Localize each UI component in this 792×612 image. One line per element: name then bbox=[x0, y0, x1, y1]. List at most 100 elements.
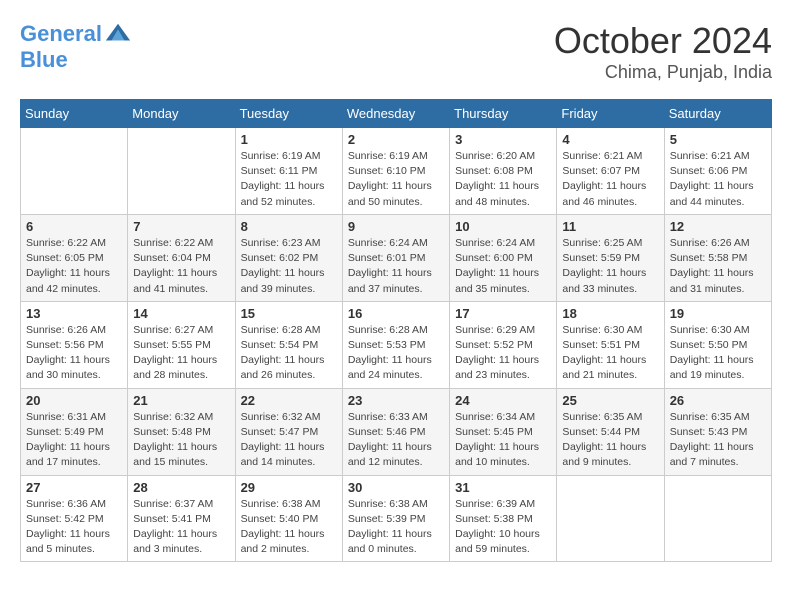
day-number: 20 bbox=[26, 393, 122, 408]
calendar-cell: 28 Sunrise: 6:37 AMSunset: 5:41 PMDayligh… bbox=[128, 475, 235, 562]
day-info: Sunrise: 6:39 AMSunset: 5:38 PMDaylight:… bbox=[455, 497, 551, 558]
day-info: Sunrise: 6:30 AMSunset: 5:51 PMDaylight:… bbox=[562, 323, 658, 384]
day-info: Sunrise: 6:31 AMSunset: 5:49 PMDaylight:… bbox=[26, 410, 122, 471]
day-number: 22 bbox=[241, 393, 337, 408]
day-info: Sunrise: 6:22 AMSunset: 6:05 PMDaylight:… bbox=[26, 236, 122, 297]
day-number: 8 bbox=[241, 219, 337, 234]
day-number: 7 bbox=[133, 219, 229, 234]
calendar-cell: 11 Sunrise: 6:25 AMSunset: 5:59 PMDayligh… bbox=[557, 214, 664, 301]
day-info: Sunrise: 6:26 AMSunset: 5:58 PMDaylight:… bbox=[670, 236, 766, 297]
day-info: Sunrise: 6:19 AMSunset: 6:11 PMDaylight:… bbox=[241, 149, 337, 210]
day-info: Sunrise: 6:22 AMSunset: 6:04 PMDaylight:… bbox=[133, 236, 229, 297]
calendar-cell: 23Sunrise: 6:33 AMSunset: 5:46 PMDayligh… bbox=[342, 388, 449, 475]
calendar-cell bbox=[21, 128, 128, 215]
day-info: Sunrise: 6:19 AMSunset: 6:10 PMDaylight:… bbox=[348, 149, 444, 210]
calendar-cell: 15 Sunrise: 6:28 AMSunset: 5:54 PMDayligh… bbox=[235, 301, 342, 388]
day-info: Sunrise: 6:25 AMSunset: 5:59 PMDaylight:… bbox=[562, 236, 658, 297]
calendar-cell: 16Sunrise: 6:28 AMSunset: 5:53 PMDayligh… bbox=[342, 301, 449, 388]
weekday-header-thursday: Thursday bbox=[450, 100, 557, 128]
location-title: Chima, Punjab, India bbox=[554, 62, 772, 83]
day-info: Sunrise: 6:21 AMSunset: 6:06 PMDaylight:… bbox=[670, 149, 766, 210]
weekday-header-wednesday: Wednesday bbox=[342, 100, 449, 128]
calendar-cell bbox=[557, 475, 664, 562]
day-number: 9 bbox=[348, 219, 444, 234]
calendar-cell: 13Sunrise: 6:26 AMSunset: 5:56 PMDayligh… bbox=[21, 301, 128, 388]
day-number: 31 bbox=[455, 480, 551, 495]
day-info: Sunrise: 6:32 AMSunset: 5:48 PMDaylight:… bbox=[133, 410, 229, 471]
calendar-cell: 27 Sunrise: 6:36 AMSunset: 5:42 PMDayligh… bbox=[21, 475, 128, 562]
day-info: Sunrise: 6:21 AMSunset: 6:07 PMDaylight:… bbox=[562, 149, 658, 210]
calendar-cell: 5Sunrise: 6:21 AMSunset: 6:06 PMDaylight… bbox=[664, 128, 771, 215]
month-title: October 2024 bbox=[554, 20, 772, 62]
logo-general: General bbox=[20, 21, 102, 46]
day-info: Sunrise: 6:27 AMSunset: 5:55 PMDaylight:… bbox=[133, 323, 229, 384]
day-info: Sunrise: 6:36 AMSunset: 5:42 PMDaylight:… bbox=[26, 497, 122, 558]
day-info: Sunrise: 6:23 AMSunset: 6:02 PMDaylight:… bbox=[241, 236, 337, 297]
day-number: 3 bbox=[455, 132, 551, 147]
calendar-cell: 22 Sunrise: 6:32 AMSunset: 5:47 PMDayligh… bbox=[235, 388, 342, 475]
calendar-cell: 7 Sunrise: 6:22 AMSunset: 6:04 PMDaylight… bbox=[128, 214, 235, 301]
day-number: 10 bbox=[455, 219, 551, 234]
day-number: 11 bbox=[562, 219, 658, 234]
calendar-cell: 2 Sunrise: 6:19 AMSunset: 6:10 PMDaylight… bbox=[342, 128, 449, 215]
day-info: Sunrise: 6:34 AMSunset: 5:45 PMDaylight:… bbox=[455, 410, 551, 471]
calendar-cell: 19 Sunrise: 6:30 AMSunset: 5:50 PMDayligh… bbox=[664, 301, 771, 388]
calendar-cell: 14 Sunrise: 6:27 AMSunset: 5:55 PMDayligh… bbox=[128, 301, 235, 388]
calendar-cell: 29 Sunrise: 6:38 AMSunset: 5:40 PMDayligh… bbox=[235, 475, 342, 562]
logo-blue: Blue bbox=[20, 48, 132, 72]
day-info: Sunrise: 6:32 AMSunset: 5:47 PMDaylight:… bbox=[241, 410, 337, 471]
calendar-cell: 8 Sunrise: 6:23 AMSunset: 6:02 PMDaylight… bbox=[235, 214, 342, 301]
day-info: Sunrise: 6:35 AMSunset: 5:43 PMDaylight:… bbox=[670, 410, 766, 471]
day-number: 13 bbox=[26, 306, 122, 321]
day-info: Sunrise: 6:29 AMSunset: 5:52 PMDaylight:… bbox=[455, 323, 551, 384]
day-number: 6 bbox=[26, 219, 122, 234]
weekday-header-monday: Monday bbox=[128, 100, 235, 128]
day-info: Sunrise: 6:38 AMSunset: 5:39 PMDaylight:… bbox=[348, 497, 444, 558]
day-number: 26 bbox=[670, 393, 766, 408]
day-number: 28 bbox=[133, 480, 229, 495]
day-number: 4 bbox=[562, 132, 658, 147]
calendar-cell bbox=[128, 128, 235, 215]
day-info: Sunrise: 6:28 AMSunset: 5:54 PMDaylight:… bbox=[241, 323, 337, 384]
calendar-cell: 10Sunrise: 6:24 AMSunset: 6:00 PMDayligh… bbox=[450, 214, 557, 301]
day-number: 15 bbox=[241, 306, 337, 321]
logo-text: General bbox=[20, 22, 102, 46]
day-info: Sunrise: 6:37 AMSunset: 5:41 PMDaylight:… bbox=[133, 497, 229, 558]
day-info: Sunrise: 6:20 AMSunset: 6:08 PMDaylight:… bbox=[455, 149, 551, 210]
logo-icon bbox=[104, 20, 132, 48]
day-number: 14 bbox=[133, 306, 229, 321]
title-block: October 2024 Chima, Punjab, India bbox=[554, 20, 772, 83]
day-info: Sunrise: 6:30 AMSunset: 5:50 PMDaylight:… bbox=[670, 323, 766, 384]
weekday-header-tuesday: Tuesday bbox=[235, 100, 342, 128]
calendar-cell: 21 Sunrise: 6:32 AMSunset: 5:48 PMDayligh… bbox=[128, 388, 235, 475]
day-info: Sunrise: 6:24 AMSunset: 6:01 PMDaylight:… bbox=[348, 236, 444, 297]
calendar-cell: 25Sunrise: 6:35 AMSunset: 5:44 PMDayligh… bbox=[557, 388, 664, 475]
calendar-cell: 4 Sunrise: 6:21 AMSunset: 6:07 PMDaylight… bbox=[557, 128, 664, 215]
day-info: Sunrise: 6:35 AMSunset: 5:44 PMDaylight:… bbox=[562, 410, 658, 471]
calendar-cell: 26 Sunrise: 6:35 AMSunset: 5:43 PMDayligh… bbox=[664, 388, 771, 475]
calendar-cell: 17 Sunrise: 6:29 AMSunset: 5:52 PMDayligh… bbox=[450, 301, 557, 388]
weekday-header-sunday: Sunday bbox=[21, 100, 128, 128]
calendar-table: SundayMondayTuesdayWednesdayThursdayFrid… bbox=[20, 99, 772, 562]
calendar-cell: 12 Sunrise: 6:26 AMSunset: 5:58 PMDayligh… bbox=[664, 214, 771, 301]
day-number: 12 bbox=[670, 219, 766, 234]
day-number: 19 bbox=[670, 306, 766, 321]
calendar-cell: 6 Sunrise: 6:22 AMSunset: 6:05 PMDaylight… bbox=[21, 214, 128, 301]
day-info: Sunrise: 6:38 AMSunset: 5:40 PMDaylight:… bbox=[241, 497, 337, 558]
day-number: 27 bbox=[26, 480, 122, 495]
day-number: 30 bbox=[348, 480, 444, 495]
calendar-cell: 18 Sunrise: 6:30 AMSunset: 5:51 PMDayligh… bbox=[557, 301, 664, 388]
day-number: 1 bbox=[241, 132, 337, 147]
day-number: 23 bbox=[348, 393, 444, 408]
calendar-cell: 20 Sunrise: 6:31 AMSunset: 5:49 PMDayligh… bbox=[21, 388, 128, 475]
day-number: 29 bbox=[241, 480, 337, 495]
day-number: 2 bbox=[348, 132, 444, 147]
day-number: 16 bbox=[348, 306, 444, 321]
logo: General Blue bbox=[20, 20, 132, 72]
calendar-cell: 30 Sunrise: 6:38 AMSunset: 5:39 PMDayligh… bbox=[342, 475, 449, 562]
day-number: 17 bbox=[455, 306, 551, 321]
day-number: 21 bbox=[133, 393, 229, 408]
calendar-cell: 24Sunrise: 6:34 AMSunset: 5:45 PMDayligh… bbox=[450, 388, 557, 475]
calendar-cell: 1 Sunrise: 6:19 AMSunset: 6:11 PMDaylight… bbox=[235, 128, 342, 215]
day-number: 18 bbox=[562, 306, 658, 321]
